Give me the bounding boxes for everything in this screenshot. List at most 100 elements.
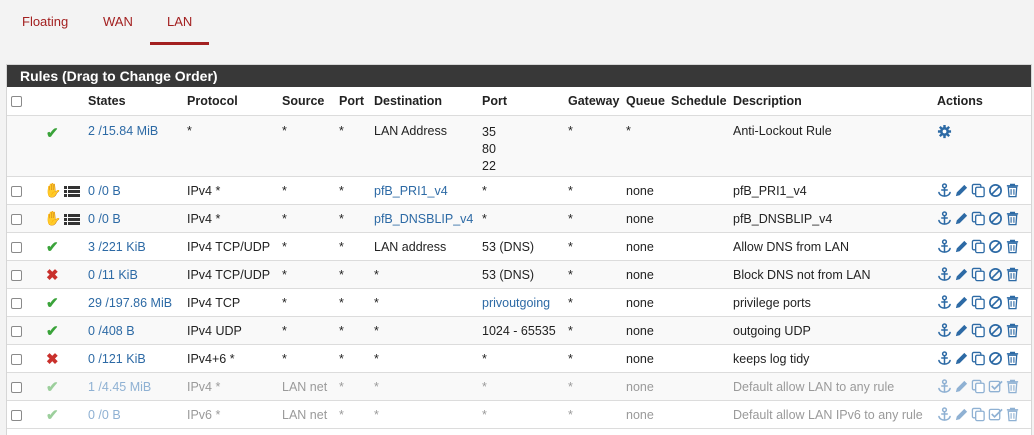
- enable-check-icon[interactable]: [988, 379, 1005, 395]
- row-checkbox[interactable]: [11, 325, 22, 337]
- trash-icon[interactable]: [1005, 407, 1022, 423]
- table-row[interactable]: ✔ 0 /0 B IPv6 * LAN net * * * * none Default allo…: [7, 400, 1031, 429]
- states-link[interactable]: 29 /197.86 MiB: [88, 296, 172, 310]
- anchor-icon[interactable]: [937, 350, 954, 367]
- pencil-icon[interactable]: [954, 211, 971, 227]
- check-icon: ✔: [46, 406, 59, 424]
- dest-port-cell: 35 80 22: [478, 115, 564, 177]
- copy-icon[interactable]: [971, 351, 988, 367]
- destination-alias-link[interactable]: pfB_DNSBLIP_v4: [374, 212, 473, 226]
- anchor-icon[interactable]: [937, 406, 954, 423]
- disable-ban-icon[interactable]: [988, 211, 1005, 227]
- protocol-cell-text: IPv4+6 *: [187, 351, 235, 366]
- col-schedule: Schedule: [667, 87, 729, 116]
- anchor-icon[interactable]: [937, 182, 954, 199]
- row-checkbox[interactable]: [11, 213, 22, 225]
- queue-cell: none: [622, 232, 667, 261]
- description-cell: pfB_DNSBLIP_v4: [729, 204, 933, 233]
- table-row[interactable]: ✔ 1 /4.45 MiB IPv4 * LAN net * * * * none Default…: [7, 372, 1031, 401]
- copy-icon[interactable]: [971, 211, 988, 227]
- states-link[interactable]: 2 /15.84 MiB: [88, 124, 158, 138]
- dest-port-cell-text: *: [482, 183, 487, 198]
- copy-icon[interactable]: [971, 323, 988, 339]
- port-cell: *: [335, 288, 370, 317]
- anchor-icon[interactable]: [937, 322, 954, 339]
- trash-icon[interactable]: [1005, 323, 1022, 339]
- pencil-icon[interactable]: [954, 323, 971, 339]
- pencil-icon[interactable]: [954, 295, 971, 311]
- trash-icon[interactable]: [1005, 379, 1022, 395]
- table-row[interactable]: ✔ 0 /408 B IPv4 UDP * * * 1024 - 65535 * none out…: [7, 316, 1031, 345]
- dest-port-alias-link[interactable]: privoutgoing: [482, 296, 550, 310]
- pencil-icon[interactable]: [954, 183, 971, 199]
- enable-check-icon[interactable]: [988, 407, 1005, 423]
- states-link[interactable]: 0 /408 B: [88, 324, 135, 338]
- disable-ban-icon[interactable]: [988, 323, 1005, 339]
- queue-cell-text: none: [626, 267, 654, 282]
- disable-ban-icon[interactable]: [988, 239, 1005, 255]
- trash-icon[interactable]: [1005, 183, 1022, 199]
- row-checkbox[interactable]: [11, 297, 22, 309]
- destination-cell: *: [370, 372, 478, 401]
- gateway-cell: *: [564, 260, 622, 289]
- gear-icon[interactable]: [937, 124, 954, 140]
- states-link[interactable]: 1 /4.45 MiB: [88, 380, 151, 394]
- select-all-checkbox[interactable]: [11, 96, 22, 108]
- table-row[interactable]: ✋ 0 /0 B IPv4 * * * pfB_DNSBLIP_v4 * * none pfB_D…: [7, 204, 1031, 233]
- pencil-icon[interactable]: [954, 267, 971, 283]
- anchor-icon[interactable]: [937, 238, 954, 255]
- anchor-icon[interactable]: [937, 294, 954, 311]
- states-link[interactable]: 0 /0 B: [88, 212, 121, 226]
- row-checkbox[interactable]: [11, 241, 22, 253]
- table-row[interactable]: ✔ 3 /221 KiB IPv4 TCP/UDP * * LAN address 53 (…: [7, 232, 1031, 261]
- states-link[interactable]: 0 /11 KiB: [88, 268, 138, 282]
- states-link[interactable]: 0 /0 B: [88, 184, 121, 198]
- tab-wan[interactable]: WAN: [103, 14, 133, 29]
- states-link[interactable]: 0 /0 B: [88, 408, 121, 422]
- disable-ban-icon[interactable]: [988, 351, 1005, 367]
- block-icon: ✖: [46, 350, 59, 368]
- row-checkbox[interactable]: [11, 353, 22, 365]
- disable-ban-icon[interactable]: [988, 267, 1005, 283]
- row-checkbox[interactable]: [11, 409, 22, 421]
- states-link[interactable]: 0 /121 KiB: [88, 352, 146, 366]
- pencil-icon[interactable]: [954, 407, 971, 423]
- tab-lan[interactable]: LAN: [167, 14, 192, 29]
- table-row[interactable]: ✋ 0 /0 B IPv4 * * * pfB_PRI1_v4 * * none pfB_PRI1…: [7, 176, 1031, 205]
- table-row[interactable]: ✖ 0 /11 KiB IPv4 TCP/UDP * * * 53 (DNS) * none Bl…: [7, 260, 1031, 289]
- row-checkbox[interactable]: [11, 381, 22, 393]
- table-row[interactable]: ✔ 2 /15.84 MiB * * * LAN Address 35 80 22 * * Anti-…: [7, 115, 1031, 177]
- table-row[interactable]: ✖ 0 /121 KiB IPv4+6 * * * * * * none keeps log ti…: [7, 344, 1031, 373]
- copy-icon[interactable]: [971, 407, 988, 423]
- pencil-icon[interactable]: [954, 239, 971, 255]
- trash-icon[interactable]: [1005, 295, 1022, 311]
- trash-icon[interactable]: [1005, 239, 1022, 255]
- states-link[interactable]: 3 /221 KiB: [88, 240, 146, 254]
- destination-alias-link[interactable]: pfB_PRI1_v4: [374, 184, 448, 198]
- disable-ban-icon[interactable]: [988, 183, 1005, 199]
- anchor-icon[interactable]: [937, 210, 954, 227]
- source-cell: LAN net: [278, 372, 335, 401]
- trash-icon[interactable]: [1005, 211, 1022, 227]
- anchor-icon[interactable]: [937, 266, 954, 283]
- row-checkbox[interactable]: [11, 185, 22, 197]
- pencil-icon[interactable]: [954, 351, 971, 367]
- anchor-icon[interactable]: [937, 378, 954, 395]
- source-cell-text: *: [282, 211, 287, 226]
- copy-icon[interactable]: [971, 183, 988, 199]
- port-cell: *: [335, 316, 370, 345]
- port-cell-text: *: [339, 379, 344, 394]
- copy-icon[interactable]: [971, 267, 988, 283]
- actions-cell: [933, 232, 1031, 261]
- trash-icon[interactable]: [1005, 351, 1022, 367]
- copy-icon[interactable]: [971, 295, 988, 311]
- row-checkbox[interactable]: [11, 269, 22, 281]
- tab-floating[interactable]: Floating: [22, 14, 68, 29]
- actions-cell: [933, 260, 1031, 289]
- table-row[interactable]: ✔ 29 /197.86 MiB IPv4 TCP * * * privoutgoing * n…: [7, 288, 1031, 317]
- disable-ban-icon[interactable]: [988, 295, 1005, 311]
- pencil-icon[interactable]: [954, 379, 971, 395]
- trash-icon[interactable]: [1005, 267, 1022, 283]
- copy-icon[interactable]: [971, 379, 988, 395]
- copy-icon[interactable]: [971, 239, 988, 255]
